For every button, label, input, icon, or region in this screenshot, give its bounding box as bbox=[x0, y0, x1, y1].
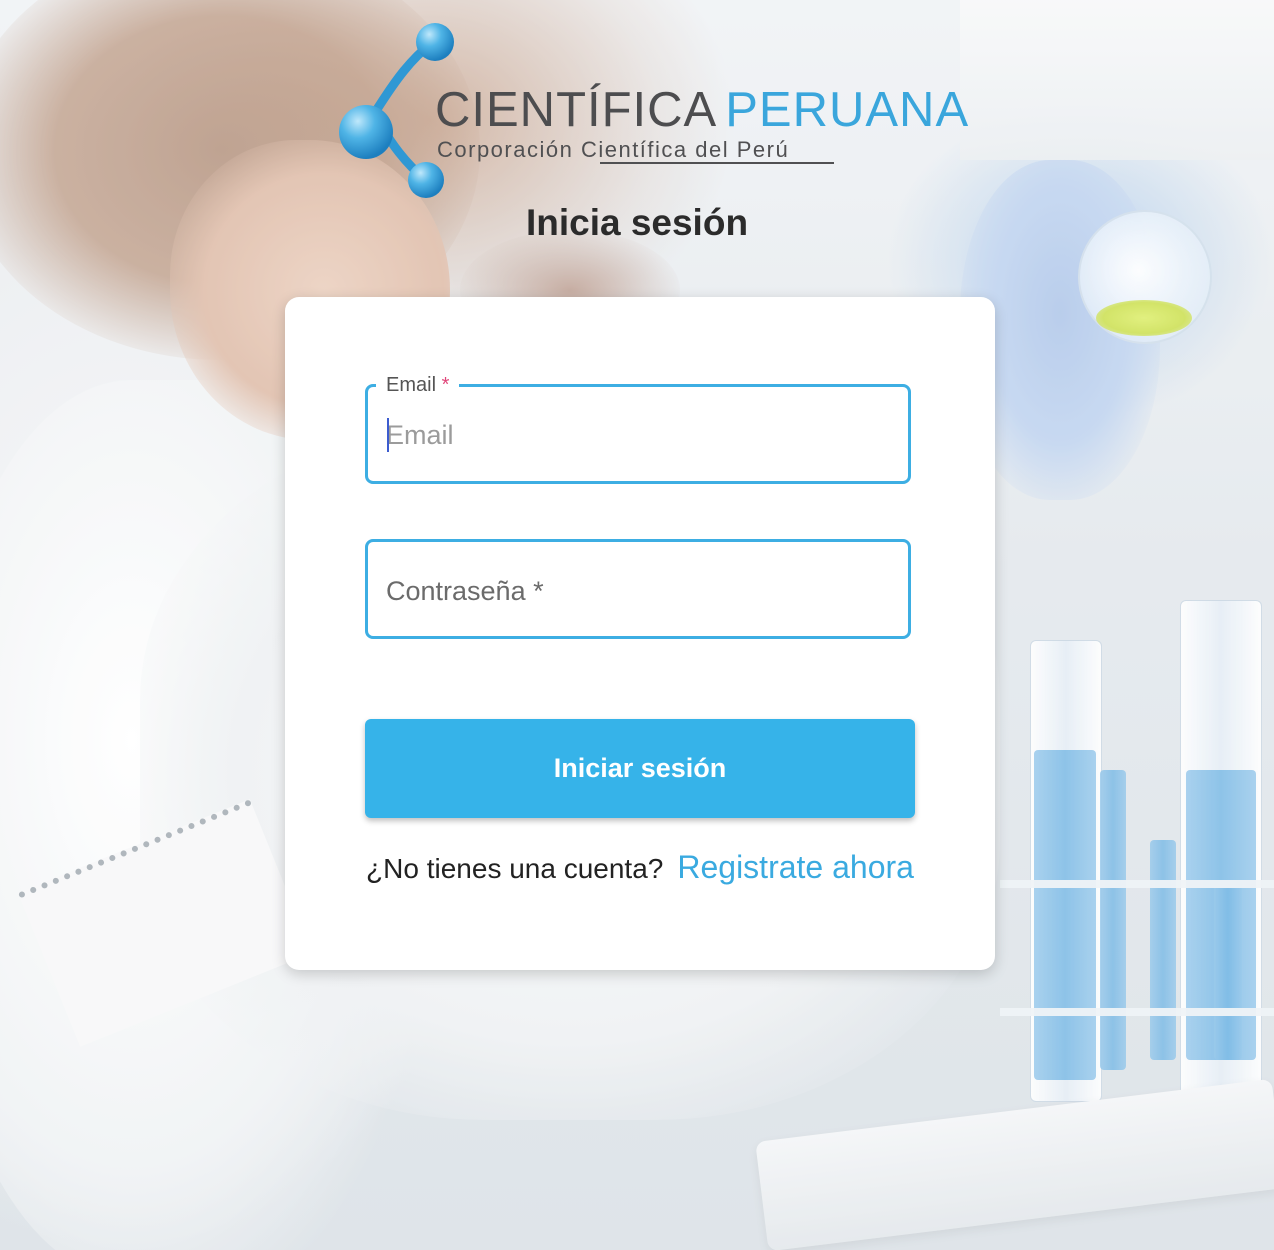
email-label: Email * bbox=[376, 371, 460, 399]
password-input[interactable] bbox=[386, 568, 886, 612]
register-prompt-text: ¿No tienes una cuenta? bbox=[366, 853, 664, 884]
password-field[interactable]: Contraseña * bbox=[365, 539, 911, 639]
brand-tagline: Corporación Científica del Perú bbox=[437, 137, 790, 162]
page-title: Inicia sesión bbox=[525, 202, 749, 243]
email-field[interactable]: Email * bbox=[365, 371, 911, 484]
brand-header: CIENTÍFICA PERUANA Corporación Científica… bbox=[336, 14, 968, 204]
brand-name-part2: PERUANA bbox=[725, 83, 970, 137]
email-input[interactable] bbox=[386, 413, 886, 457]
text-caret bbox=[387, 418, 389, 452]
required-mark: * bbox=[441, 374, 450, 396]
login-button[interactable]: Iniciar sesión bbox=[365, 719, 915, 818]
brand-tagline-underline bbox=[600, 162, 834, 164]
register-link[interactable]: Registrate ahora bbox=[677, 849, 914, 885]
login-card: Email * Contraseña * Iniciar sesión ¿No … bbox=[285, 297, 995, 970]
brand-name: CIENTÍFICA PERUANA bbox=[435, 86, 969, 135]
brand-name-part1: CIENTÍFICA bbox=[435, 83, 718, 137]
register-prompt-row: ¿No tienes una cuenta? Registrate ahora bbox=[285, 849, 995, 886]
